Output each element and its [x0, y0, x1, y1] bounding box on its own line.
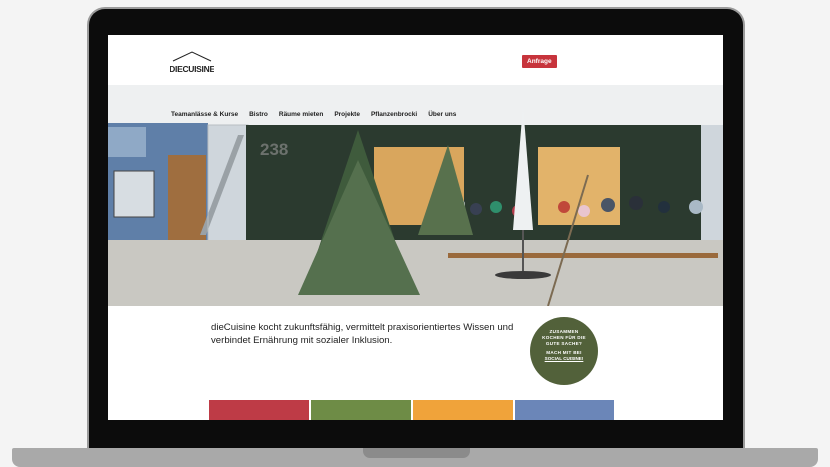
tile-blue[interactable] — [515, 400, 614, 420]
tagline: dieCuisine kocht zukunftsfähig, vermitte… — [211, 322, 514, 346]
building-number: 238 — [260, 140, 288, 159]
laptop-notch — [363, 448, 470, 458]
badge-headline: ZUSAMMEN KOCHEN FÜR DIE GUTE SACHE? — [542, 329, 586, 346]
nav-item-raeume-mieten[interactable]: Räume mieten — [279, 111, 323, 118]
tile-orange[interactable] — [413, 400, 513, 420]
nav-item-teamanlaesse[interactable]: Teamanlässe & Kurse — [171, 111, 238, 118]
tile-green[interactable] — [311, 400, 411, 420]
nav-item-pflanzenbrocki[interactable]: Pflanzenbrocki — [371, 111, 417, 118]
social-cuisine-badge[interactable]: ZUSAMMEN KOCHEN FÜR DIE GUTE SACHE? MACH… — [530, 317, 598, 385]
nav-item-projekte[interactable]: Projekte — [334, 111, 360, 118]
logo[interactable]: DIECUISINE — [170, 49, 214, 77]
badge-link[interactable]: SOCIAL CUISINE! — [530, 356, 598, 362]
nav-item-ueber-uns[interactable]: Über uns — [428, 111, 456, 118]
hero-photo: 238 — [108, 85, 723, 306]
request-button[interactable]: Anfrage — [522, 55, 557, 68]
tile-red[interactable] — [209, 400, 309, 420]
main-nav: Teamanlässe & Kurse Bistro Räume mieten … — [171, 111, 456, 118]
website-screen: DIECUISINE Anfrage 238 Teamanlässe & Kur… — [108, 35, 723, 420]
nav-item-bistro[interactable]: Bistro — [249, 111, 268, 118]
logo-text: DIECUISINE — [170, 64, 214, 74]
